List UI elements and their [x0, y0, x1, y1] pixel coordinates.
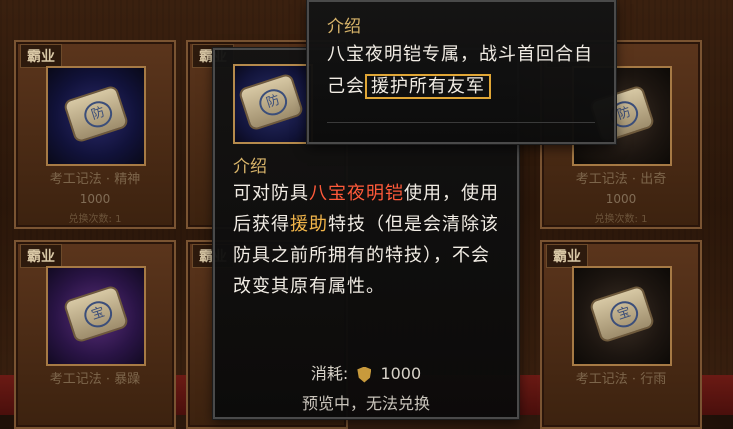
card-tag: 霸业: [20, 44, 62, 68]
highlight-box: 援护所有友军: [365, 74, 491, 99]
exchange-card[interactable]: 霸业 宝 考工记法 · 暴躁: [14, 240, 176, 429]
skill-intro-label: 介绍: [327, 17, 361, 37]
card-limit: 兑换次数: 1: [68, 214, 122, 225]
intro-label: 介绍: [233, 157, 267, 177]
exchange-card[interactable]: 霸业 宝 考工记法 · 行雨: [540, 240, 702, 429]
consume-label: 消耗:: [310, 364, 349, 383]
card-title: 考工记法 · 行雨: [575, 372, 667, 387]
card-title: 考工记法 · 暴躁: [49, 372, 141, 387]
skill-name: 援助: [290, 214, 328, 235]
card-art: 防: [46, 66, 146, 166]
card-cost: 1000: [79, 192, 111, 206]
item-description: 可对防具八宝夜明铠使用，使用后获得援助特技（但是会清除该防具之前所拥有的特技），…: [233, 183, 499, 297]
exchange-card[interactable]: 霸业 防 考工记法 · 精神 1000 兑换次数: 1: [14, 40, 176, 229]
armor-name: 八宝夜明铠: [309, 183, 404, 204]
preview-status: 预览中，无法兑换: [301, 394, 430, 413]
scroll-icon: 防: [240, 74, 302, 130]
consume-value: 1000: [380, 364, 422, 383]
scroll-icon: 防: [65, 86, 127, 142]
scroll-icon: 宝: [65, 286, 127, 342]
divider: [327, 122, 595, 123]
consume-row: 消耗: 1000: [215, 360, 517, 384]
card-art: 宝: [572, 266, 672, 366]
card-art: 宝: [46, 266, 146, 366]
card-cost: 1000: [605, 192, 637, 206]
item-icon: 防: [233, 64, 313, 144]
skill-description: 八宝夜明铠专属，战斗首回合自己会 援护所有友军: [327, 44, 593, 99]
card-tag: 霸业: [546, 244, 588, 268]
card-title: 考工记法 · 精神: [49, 172, 141, 187]
card-title: 考工记法 · 出奇: [575, 172, 667, 187]
card-limit: 兑换次数: 1: [594, 214, 648, 225]
scroll-icon: 宝: [591, 286, 653, 342]
skill-tooltip: 介绍 八宝夜明铠专属，战斗首回合自己会 援护所有友军: [307, 0, 616, 144]
shield-icon: [357, 366, 372, 383]
card-tag: 霸业: [20, 244, 62, 268]
